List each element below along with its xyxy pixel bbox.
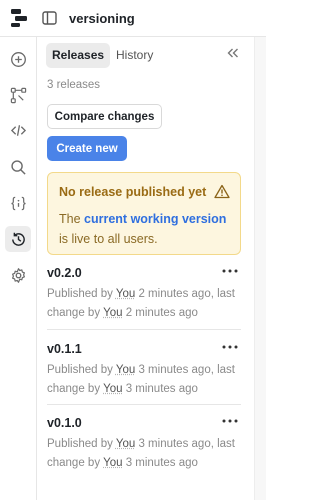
more-options-icon[interactable]	[222, 419, 238, 423]
meta-prefix: Published by	[47, 288, 113, 300]
top-bar: versioning	[0, 0, 266, 37]
code-icon	[10, 124, 26, 136]
panel-tabs: Releases History	[46, 41, 246, 68]
flow-icon	[10, 87, 26, 103]
current-version-link[interactable]: current working version	[84, 212, 226, 226]
variables-button[interactable]	[5, 190, 31, 216]
publisher-name: You	[115, 364, 136, 376]
flow-button[interactable]	[5, 82, 31, 108]
app-title: versioning	[69, 11, 135, 26]
no-release-notice: No release published yet The current wor…	[47, 172, 241, 255]
warning-icon	[214, 184, 230, 199]
last-change-user: You	[103, 307, 123, 319]
more-options-icon[interactable]	[222, 269, 238, 273]
meta-change-time: 3 minutes ago	[125, 383, 198, 395]
divider	[47, 404, 241, 405]
tab-history[interactable]: History	[110, 43, 159, 68]
notice-body-text: The	[59, 212, 81, 226]
search-icon	[10, 159, 26, 175]
canvas-edge	[254, 37, 266, 500]
app-logo-icon[interactable]	[10, 8, 28, 28]
tab-releases[interactable]: Releases	[46, 43, 111, 68]
meta-change-time: 3 minutes ago	[125, 457, 198, 469]
settings-button[interactable]	[5, 262, 31, 288]
release-count: 3 releases	[47, 79, 101, 91]
meta-prefix: Published by	[47, 438, 113, 450]
code-button[interactable]	[5, 117, 31, 143]
history-button[interactable]	[5, 226, 31, 252]
create-new-button[interactable]: Create new	[47, 136, 127, 161]
add-block-button[interactable]	[5, 46, 31, 72]
publisher-name: You	[115, 288, 136, 300]
release-meta: Published by You 3 minutes ago, last cha…	[47, 361, 241, 399]
more-options-icon[interactable]	[222, 345, 238, 349]
collapse-panel-icon[interactable]	[226, 47, 240, 59]
plus-circle-icon	[10, 51, 26, 67]
release-version: v0.2.0	[47, 266, 82, 280]
search-button[interactable]	[5, 154, 31, 180]
meta-prefix: Published by	[47, 364, 113, 376]
variables-icon	[10, 196, 26, 210]
last-change-user: You	[103, 383, 123, 395]
last-change-user: You	[103, 457, 123, 469]
publisher-name: You	[115, 438, 136, 450]
releases-panel: Releases History 3 releases Compare chan…	[38, 37, 254, 500]
compare-changes-button[interactable]: Compare changes	[47, 104, 162, 129]
notice-body-text-end: is live to all users.	[59, 232, 158, 246]
release-meta: Published by You 2 minutes ago, last cha…	[47, 285, 241, 323]
settings-icon	[11, 267, 25, 283]
notice-body: The current working version is live to a…	[59, 209, 234, 249]
icon-rail	[0, 37, 37, 500]
history-icon	[11, 232, 25, 246]
release-version: v0.1.1	[47, 342, 82, 356]
release-meta: Published by You 3 minutes ago, last cha…	[47, 435, 241, 473]
notice-title: No release published yet	[59, 185, 207, 199]
meta-change-time: 2 minutes ago	[125, 307, 198, 319]
sidebar-toggle-icon[interactable]	[42, 11, 57, 25]
divider	[47, 329, 241, 330]
release-version: v0.1.0	[47, 416, 82, 430]
